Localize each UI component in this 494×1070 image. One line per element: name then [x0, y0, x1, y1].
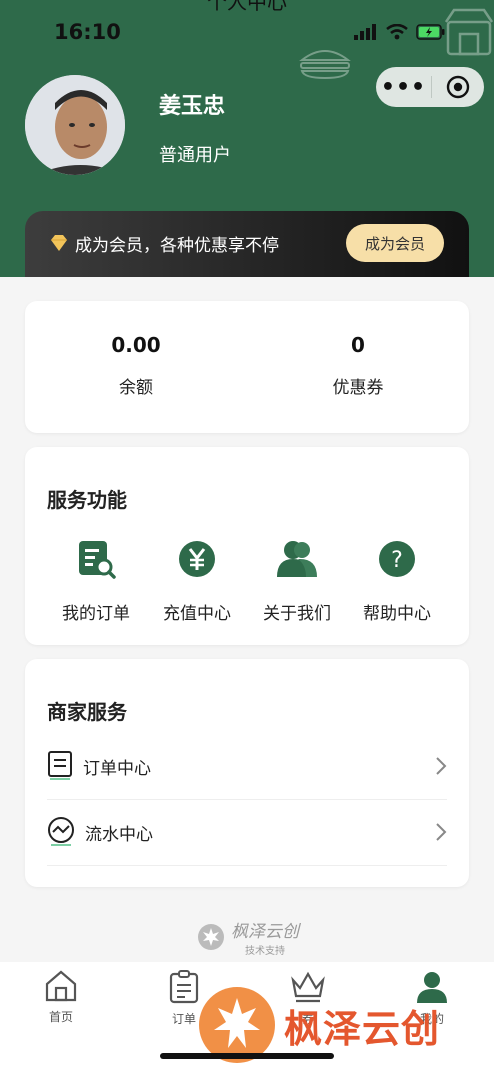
- close-button[interactable]: [432, 75, 484, 99]
- tab-home[interactable]: 首页: [21, 970, 101, 1025]
- merchant-row-order-center[interactable]: 订单中心: [47, 733, 447, 799]
- watermark-text: 枫泽云创: [284, 1006, 441, 1051]
- balance-stat[interactable]: 0.00 余额: [25, 333, 247, 398]
- profile-header: 个人中心 16:10 ••• 姜玉忠 普通用户 成为会员，各种优惠享不停 成为会…: [0, 0, 494, 277]
- services-card: 服务功能 我的订单 充值中心 关于我们 ? 帮助中心: [25, 447, 469, 645]
- tab-label: 首页: [48, 1010, 73, 1024]
- order-list-icon: [79, 541, 116, 579]
- burger-doodle-icon: [299, 50, 351, 80]
- membership-text: 成为会员，各种优惠享不停: [75, 236, 279, 256]
- yen-coin-icon: [179, 541, 215, 577]
- clipboard-icon: [169, 970, 199, 1004]
- merchant-title: 商家服务: [47, 700, 127, 724]
- avatar[interactable]: [25, 75, 125, 175]
- divider: [47, 865, 447, 866]
- target-icon: [446, 75, 470, 99]
- service-label: 关于我们: [263, 604, 331, 624]
- home-indicator: [160, 1053, 334, 1059]
- merchant-row-flow-center[interactable]: 流水中心: [47, 799, 447, 865]
- service-my-orders[interactable]: 我的订单: [41, 537, 151, 624]
- shop-doodle-icon: [444, 8, 494, 56]
- merchant-row-label: 订单中心: [83, 758, 151, 779]
- service-help[interactable]: ? 帮助中心: [342, 537, 452, 624]
- powered-brand: 枫泽云创: [231, 922, 299, 942]
- balance-card: 0.00 余额 0 优惠券: [25, 301, 469, 433]
- signal-icon: [354, 24, 376, 40]
- avatar-photo: [25, 75, 125, 175]
- status-icons: [354, 24, 446, 40]
- chevron-right-icon: [436, 823, 447, 841]
- svg-text:?: ?: [391, 548, 403, 573]
- document-icon: [48, 751, 72, 780]
- coupon-stat[interactable]: 0 优惠券: [247, 333, 469, 398]
- user-name: 姜玉忠: [159, 94, 226, 119]
- status-time: 16:10: [54, 20, 121, 44]
- more-button[interactable]: •••: [376, 75, 431, 100]
- mini-program-capsule: •••: [376, 67, 484, 107]
- home-icon: [45, 970, 77, 1002]
- coupon-label: 优惠券: [332, 378, 384, 398]
- powered-by: 枫泽云创 技术支持: [197, 917, 299, 957]
- service-label: 帮助中心: [363, 604, 431, 624]
- balance-label: 余额: [119, 378, 153, 398]
- service-about-us[interactable]: 关于我们: [242, 537, 352, 624]
- wifi-icon: [386, 24, 408, 40]
- diamond-icon: [51, 235, 67, 251]
- merchant-card: 商家服务 订单中心 流水中心: [25, 659, 469, 887]
- services-title: 服务功能: [47, 488, 127, 512]
- powered-sub: 技术支持: [245, 946, 285, 957]
- page-title: 个人中心: [207, 0, 287, 14]
- merchant-row-label: 流水中心: [85, 824, 153, 845]
- battery-icon: [416, 24, 445, 40]
- help-icon: ?: [379, 541, 415, 577]
- become-member-button[interactable]: 成为会员: [346, 224, 444, 262]
- service-label: 充值中心: [163, 604, 231, 624]
- maple-leaf-logo-icon: [198, 924, 224, 950]
- user-level: 普通用户: [159, 145, 231, 166]
- service-recharge[interactable]: 充值中心: [142, 537, 252, 624]
- chevron-right-icon: [436, 757, 447, 775]
- coupon-value: 0: [351, 333, 365, 357]
- users-icon: [277, 541, 317, 577]
- balance-value: 0.00: [111, 333, 161, 357]
- trend-icon: [48, 817, 74, 846]
- service-label: 我的订单: [62, 604, 130, 624]
